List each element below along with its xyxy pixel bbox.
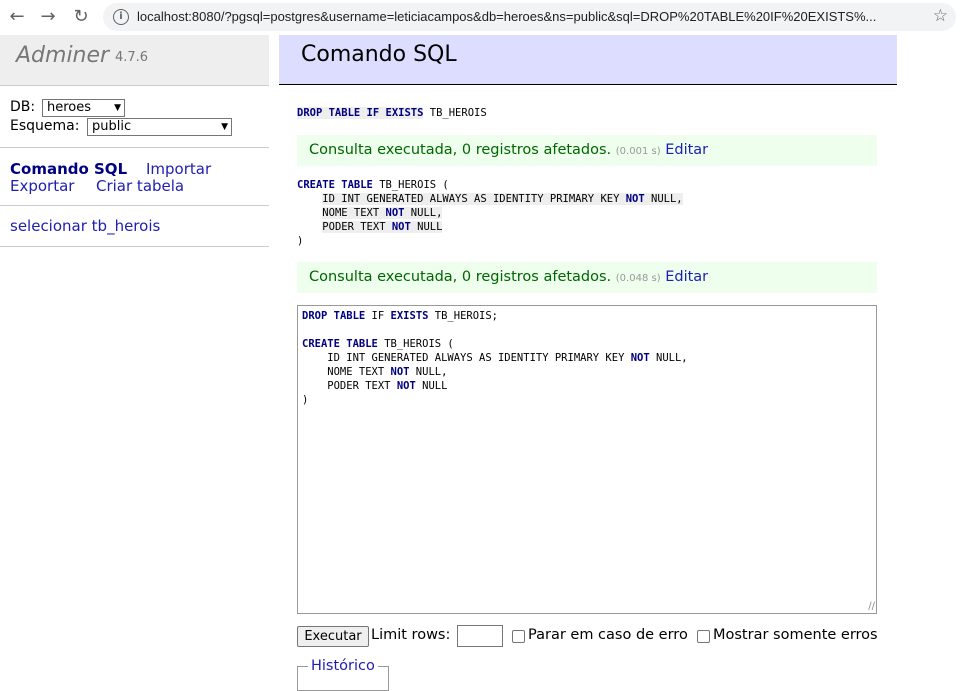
export-link[interactable]: Exportar (10, 177, 74, 195)
query-controls: Executar Limit rows: Parar em caso de er… (297, 625, 897, 647)
result-text: Consulta executada, 0 registros afetados… (309, 142, 612, 158)
import-link[interactable]: Importar (146, 160, 211, 178)
sql-table-name: TB_HEROIS (423, 107, 487, 119)
schema-select[interactable]: public ▼ (87, 118, 232, 136)
info-icon[interactable]: i (113, 9, 129, 25)
execute-button[interactable]: Executar (297, 626, 369, 647)
sidebar-menu: Adminer 4.7.6 DB: heroes ▼ Esquema: publ… (0, 35, 269, 691)
executed-query-1: DROP TABLE IF EXISTS TB_HEROIS (297, 106, 487, 120)
table-list: selecionar tb_herois (0, 206, 269, 247)
create-table-link[interactable]: Criar tabela (96, 177, 184, 195)
db-select[interactable]: heroes ▼ (42, 99, 125, 117)
stop-on-error-checkbox[interactable] (512, 630, 525, 643)
edit-link[interactable]: Editar (665, 269, 708, 285)
only-errors-label[interactable]: Mostrar somente erros (713, 627, 878, 643)
logo-area: Adminer 4.7.6 (0, 35, 269, 86)
limit-rows-label: Limit rows: (371, 627, 451, 643)
menu-links: Comando SQL Importar Exportar Criar tabe… (0, 148, 269, 206)
result-time: (0.001 s) (615, 146, 661, 157)
back-arrow-icon[interactable]: ← (6, 6, 28, 28)
bookmark-star-icon[interactable]: ☆ (933, 6, 948, 26)
url-text[interactable]: localhost:8080/?pgsql=postgres&username=… (137, 9, 927, 24)
schema-label: Esquema: (10, 118, 80, 134)
executed-query-2: CREATE TABLE TB_HEROIS ( ID INT GENERATE… (297, 179, 683, 247)
db-select-value: heroes (47, 100, 92, 115)
result-message-2: Consulta executada, 0 registros afetados… (297, 262, 877, 293)
result-time: (0.048 s) (615, 273, 661, 284)
dropdown-arrow-icon: ▼ (114, 103, 121, 113)
page-title: Comando SQL (301, 42, 457, 67)
result-text: Consulta executada, 0 registros afetados… (309, 269, 612, 285)
sql-editor[interactable]: DROP TABLE IF EXISTS TB_HEROIS; CREATE T… (297, 305, 877, 614)
only-errors-checkbox[interactable] (697, 630, 710, 643)
reload-icon[interactable]: ↻ (70, 6, 92, 28)
result-message-1: Consulta executada, 0 registros afetados… (297, 135, 877, 166)
forward-arrow-icon[interactable]: → (37, 6, 59, 28)
table-link-tb-herois[interactable]: selecionar tb_herois (10, 217, 160, 235)
history-fieldset: Histórico (297, 658, 389, 691)
db-selector: DB: heroes ▼ Esquema: public ▼ (0, 86, 269, 148)
history-link[interactable]: Histórico (309, 658, 377, 674)
app-version: 4.7.6 (115, 50, 149, 65)
page-header: Comando SQL (279, 35, 897, 85)
sql-command-link[interactable]: Comando SQL (10, 160, 127, 178)
app-name[interactable]: Adminer (16, 43, 109, 68)
edit-link[interactable]: Editar (665, 142, 708, 158)
limit-rows-input[interactable] (457, 625, 503, 647)
address-bar[interactable]: i localhost:8080/?pgsql=postgres&usernam… (103, 3, 956, 31)
sql-keywords: DROP TABLE IF EXISTS (297, 107, 424, 119)
resize-grip-icon[interactable]: ∕∕ (868, 601, 875, 612)
schema-select-value: public (92, 119, 132, 134)
sql-editor-content[interactable]: DROP TABLE IF EXISTS TB_HEROIS; CREATE T… (302, 309, 688, 407)
dropdown-arrow-icon: ▼ (221, 122, 228, 132)
stop-on-error-label[interactable]: Parar em caso de erro (528, 627, 688, 643)
db-label: DB: (10, 99, 36, 115)
browser-toolbar: ← → ↻ i localhost:8080/?pgsql=postgres&u… (0, 0, 969, 35)
